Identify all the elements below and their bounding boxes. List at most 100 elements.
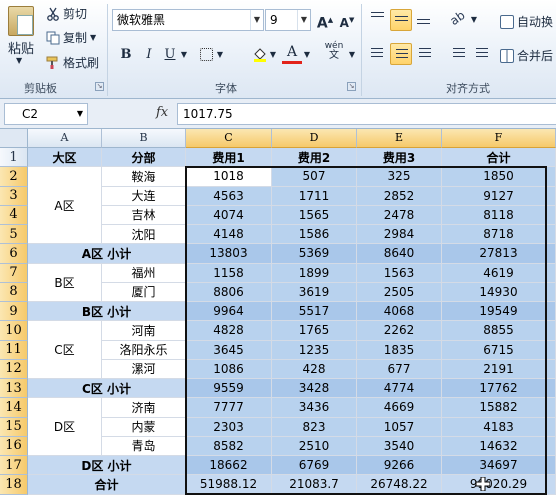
formula-input[interactable]: 1017.75: [177, 103, 556, 125]
font-name-dropdown-icon[interactable]: ▼: [250, 10, 263, 30]
region-cell[interactable]: B区: [28, 263, 102, 302]
value-cell[interactable]: 2191: [442, 359, 556, 379]
value-cell[interactable]: 1235: [272, 340, 357, 360]
increase-indent-button[interactable]: [470, 43, 492, 65]
value-cell[interactable]: 1158: [186, 263, 272, 283]
row-header-4[interactable]: 4: [0, 205, 28, 225]
align-middle-button[interactable]: [390, 9, 412, 31]
value-cell[interactable]: 3436: [272, 398, 357, 418]
row-header-1[interactable]: 1: [0, 148, 28, 168]
value-cell[interactable]: 13803: [186, 244, 272, 264]
column-header-b[interactable]: B: [102, 129, 186, 148]
row-header-12[interactable]: 12: [0, 359, 28, 379]
row-header-17[interactable]: 17: [0, 456, 28, 476]
row-header-18[interactable]: 18: [0, 475, 28, 495]
fill-color-button[interactable]: [250, 45, 270, 65]
grow-font-button[interactable]: A▲: [315, 10, 335, 32]
borders-dropdown-icon[interactable]: ▼: [215, 45, 225, 65]
font-launcher-icon[interactable]: ↘: [347, 82, 356, 91]
subtotal-label[interactable]: A区 小计: [28, 244, 186, 264]
cut-button[interactable]: 剪切: [46, 5, 87, 22]
font-name-select[interactable]: 微软雅黑 ▼: [112, 9, 264, 31]
value-cell[interactable]: 8640: [357, 244, 442, 264]
value-cell[interactable]: 4828: [186, 321, 272, 341]
header-cell[interactable]: 费用2: [272, 148, 357, 168]
value-cell[interactable]: 9266: [357, 456, 442, 476]
copy-button[interactable]: 复制 ▼: [46, 29, 96, 46]
value-cell[interactable]: 5517: [272, 302, 357, 322]
value-cell[interactable]: 14632: [442, 436, 556, 456]
value-cell[interactable]: 507: [272, 167, 357, 187]
value-cell[interactable]: 21083.7: [272, 475, 357, 495]
value-cell[interactable]: 1765: [272, 321, 357, 341]
column-header-d[interactable]: D: [272, 129, 357, 148]
region-cell[interactable]: D区: [28, 398, 102, 456]
value-cell[interactable]: 1850: [442, 167, 556, 187]
decrease-indent-button[interactable]: [447, 43, 469, 65]
underline-button[interactable]: U: [160, 45, 180, 65]
value-cell[interactable]: 1565: [272, 205, 357, 225]
value-cell[interactable]: 9127: [442, 186, 556, 206]
shrink-font-button[interactable]: A▼: [337, 10, 357, 30]
column-header-c[interactable]: C: [186, 129, 272, 148]
borders-button[interactable]: [196, 45, 216, 65]
orientation-button[interactable]: ab: [447, 8, 469, 31]
branch-cell[interactable]: 河南: [102, 321, 186, 341]
row-header-13[interactable]: 13: [0, 379, 28, 399]
value-cell[interactable]: 2478: [357, 205, 442, 225]
value-cell[interactable]: 3645: [186, 340, 272, 360]
value-cell[interactable]: 4183: [442, 417, 556, 437]
paste-icon[interactable]: [8, 6, 34, 36]
value-cell[interactable]: 3540: [357, 436, 442, 456]
value-cell[interactable]: 3428: [272, 379, 357, 399]
value-cell[interactable]: 1586: [272, 225, 357, 245]
spreadsheet-grid[interactable]: A B C D E F 1 2 3 4 5 6 7 8 9 10 11 12 13 14 15 16 17 18 大区 分部 费用1…: [0, 129, 556, 499]
value-cell[interactable]: 18662: [186, 456, 272, 476]
branch-cell[interactable]: 沈阳: [102, 225, 186, 245]
row-header-8[interactable]: 8: [0, 282, 28, 302]
row-header-15[interactable]: 15: [0, 417, 28, 437]
row-header-14[interactable]: 14: [0, 398, 28, 418]
clipboard-launcher-icon[interactable]: ↘: [95, 82, 104, 91]
value-cell[interactable]: 34697: [442, 456, 556, 476]
wrap-text-button[interactable]: 自动换: [500, 13, 553, 30]
value-cell[interactable]: 6769: [272, 456, 357, 476]
select-all-corner[interactable]: [0, 129, 28, 148]
value-cell[interactable]: 8582: [186, 436, 272, 456]
bold-button[interactable]: B: [116, 45, 136, 65]
value-cell[interactable]: 8118: [442, 205, 556, 225]
value-cell[interactable]: 14930: [442, 282, 556, 302]
subtotal-label[interactable]: B区 小计: [28, 302, 186, 322]
value-cell[interactable]: 8718: [442, 225, 556, 245]
orientation-dropdown-icon[interactable]: ▼: [469, 10, 479, 30]
value-cell[interactable]: 677: [357, 359, 442, 379]
value-cell[interactable]: 6715: [442, 340, 556, 360]
branch-cell[interactable]: 吉林: [102, 205, 186, 225]
row-header-6[interactable]: 6: [0, 244, 28, 264]
paste-button[interactable]: 粘贴: [8, 38, 34, 57]
font-color-dropdown-icon[interactable]: ▼: [302, 45, 312, 65]
value-cell[interactable]: 19549: [442, 302, 556, 322]
value-cell[interactable]: 4774: [357, 379, 442, 399]
column-header-a[interactable]: A: [28, 129, 102, 148]
value-cell[interactable]: 27813: [442, 244, 556, 264]
font-size-select[interactable]: 9 ▼: [265, 9, 311, 31]
grand-total-label[interactable]: 合计: [28, 475, 186, 495]
branch-cell[interactable]: 青岛: [102, 436, 186, 456]
value-cell[interactable]: 428: [272, 359, 357, 379]
header-cell[interactable]: 合计: [442, 148, 556, 168]
name-box-dropdown-icon[interactable]: ▼: [77, 104, 83, 124]
value-cell[interactable]: 1563: [357, 263, 442, 283]
value-cell[interactable]: 7777: [186, 398, 272, 418]
row-header-10[interactable]: 10: [0, 321, 28, 341]
value-cell[interactable]: 3619: [272, 282, 357, 302]
value-cell[interactable]: 325: [357, 167, 442, 187]
row-header-9[interactable]: 9: [0, 302, 28, 322]
row-header-7[interactable]: 7: [0, 263, 28, 283]
align-center-button[interactable]: [390, 43, 412, 65]
value-cell[interactable]: 17762: [442, 379, 556, 399]
value-cell[interactable]: 823: [272, 417, 357, 437]
branch-cell[interactable]: 福州: [102, 263, 186, 283]
value-cell[interactable]: 2852: [357, 186, 442, 206]
value-cell[interactable]: 4148: [186, 225, 272, 245]
